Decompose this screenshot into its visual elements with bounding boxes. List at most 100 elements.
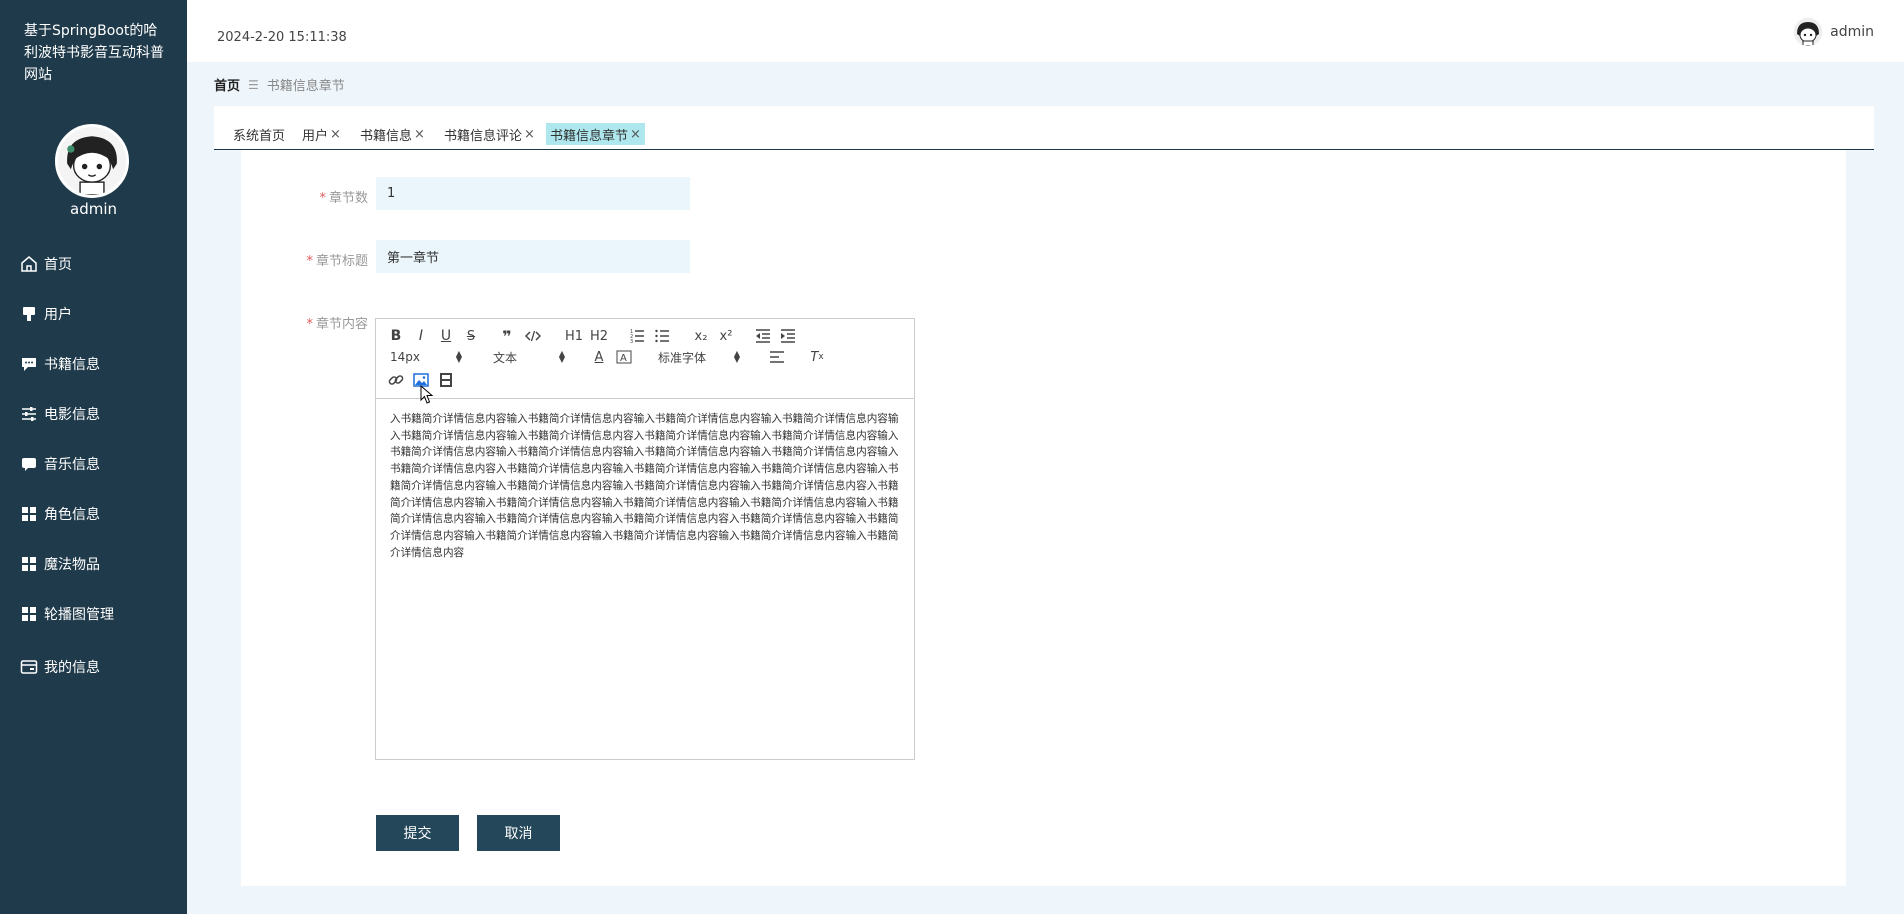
- font-size-select[interactable]: 14px ▲ ▼: [390, 349, 462, 365]
- input-value: 第一章节: [387, 251, 440, 266]
- sidebar: 基于SpringBoot的哈利波特书影音互动科普网站 admin 首页 用户 书…: [0, 0, 187, 914]
- superscript-icon[interactable]: x²: [716, 327, 736, 345]
- avatar-image-icon: [58, 127, 126, 195]
- select-arrows-icon: ▲ ▼: [558, 349, 565, 364]
- font-color-icon[interactable]: A: [591, 349, 607, 365]
- tab-system-home[interactable]: 系统首页: [229, 123, 289, 145]
- close-icon[interactable]: ×: [330, 127, 341, 142]
- site-title: 基于SpringBoot的哈利波特书影音互动科普网站: [24, 23, 164, 83]
- chapter-num-input[interactable]: 1: [376, 177, 690, 210]
- cancel-button[interactable]: 取消: [477, 815, 560, 851]
- tabs-bar: 系统首页 用户 × 书籍信息 × 书籍信息评论 × 书籍信息章节 ×: [214, 106, 1874, 150]
- italic-icon[interactable]: I: [413, 327, 429, 345]
- strikethrough-icon[interactable]: S: [463, 327, 479, 345]
- submit-button[interactable]: 提交: [376, 815, 459, 851]
- avatar-image-icon: [1794, 18, 1823, 46]
- close-icon[interactable]: ×: [524, 127, 535, 142]
- header-avatar: [1794, 18, 1823, 46]
- sidebar-item-label: 角色信息: [44, 507, 100, 523]
- home-icon: [20, 255, 38, 273]
- tab-label: 书籍信息评论: [444, 128, 523, 144]
- top-header: 2024-2-20 15:11:38 admin: [187, 0, 1904, 62]
- grid-icon: [20, 605, 38, 623]
- sidebar-avatar: [55, 124, 129, 198]
- code-block-icon[interactable]: [524, 327, 542, 345]
- blockquote-icon[interactable]: ❞: [499, 327, 515, 346]
- tab-label: 书籍信息: [360, 128, 413, 144]
- comment-icon: [20, 355, 38, 373]
- sidebar-item-book-info[interactable]: 书籍信息: [0, 346, 187, 382]
- sidebar-item-my-info[interactable]: 我的信息: [0, 649, 187, 685]
- required-mark: *: [306, 317, 313, 332]
- rich-text-editor: B I U S ❞ H1 H2 123 x₂ x² 14px ▲ ▼ 文本 ▲ ▼: [375, 318, 915, 760]
- bullet-list-icon[interactable]: [653, 327, 671, 345]
- indent-icon[interactable]: [779, 327, 797, 345]
- tab-user[interactable]: 用户 ×: [298, 123, 345, 145]
- underline-icon[interactable]: U: [438, 327, 454, 345]
- tab-book-comments[interactable]: 书籍信息评论 ×: [440, 123, 539, 145]
- font-size-value: 14px: [390, 350, 420, 364]
- editor-toolbar: B I U S ❞ H1 H2 123 x₂ x² 14px ▲ ▼ 文本 ▲ ▼: [376, 319, 914, 399]
- tab-label: 系统首页: [233, 128, 286, 144]
- required-mark: *: [319, 191, 326, 206]
- chapter-content-label: * 章节内容: [248, 313, 368, 332]
- link-icon[interactable]: [388, 372, 404, 388]
- svg-text:A: A: [620, 353, 627, 364]
- background-color-icon[interactable]: A: [616, 349, 632, 365]
- align-icon[interactable]: [768, 349, 786, 365]
- required-mark: *: [306, 254, 313, 269]
- sidebar-item-label: 电影信息: [44, 407, 100, 423]
- header-user-menu[interactable]: admin: [1794, 18, 1874, 46]
- sidebar-username: admin: [70, 200, 117, 218]
- bold-icon[interactable]: B: [388, 327, 404, 345]
- sidebar-item-label: 书籍信息: [44, 357, 100, 373]
- chapter-title-input[interactable]: 第一章节: [376, 240, 690, 273]
- svg-text:3: 3: [630, 339, 633, 344]
- header-type-select[interactable]: 文本 ▲ ▼: [493, 349, 565, 365]
- current-datetime: 2024-2-20 15:11:38: [217, 30, 347, 45]
- header1-icon[interactable]: H1: [564, 327, 584, 345]
- chapter-title-label: * 章节标题: [248, 250, 368, 269]
- sidebar-item-music-info[interactable]: 音乐信息: [0, 446, 187, 482]
- close-icon[interactable]: ×: [630, 127, 641, 142]
- sidebar-item-character-info[interactable]: 角色信息: [0, 496, 187, 532]
- sidebar-item-home[interactable]: 首页: [0, 246, 187, 282]
- sliders-icon: [20, 405, 38, 423]
- label-text: 章节数: [328, 191, 368, 206]
- sidebar-item-carousel[interactable]: 轮播图管理: [0, 596, 187, 632]
- header-type-value: 文本: [493, 350, 518, 365]
- header-username: admin: [1830, 24, 1874, 40]
- video-icon[interactable]: [438, 372, 454, 388]
- subscript-icon[interactable]: x₂: [691, 327, 711, 345]
- chat-icon: [20, 455, 38, 473]
- editor-content[interactable]: 入书籍简介详情信息内容输入书籍简介详情信息内容输入书籍简介详情信息内容输入书籍简…: [376, 399, 914, 573]
- tab-label: 用户: [302, 128, 329, 144]
- header2-icon[interactable]: H2: [589, 327, 609, 345]
- input-value: 1: [387, 186, 396, 201]
- grid-icon: [20, 555, 38, 573]
- user-icon: [20, 305, 38, 323]
- label-text: 章节内容: [315, 317, 368, 332]
- tab-book-chapters[interactable]: 书籍信息章节 ×: [546, 123, 645, 145]
- mouse-cursor-icon: [420, 385, 434, 404]
- grid-icon: [20, 505, 38, 523]
- font-family-select[interactable]: 标准字体 ▲ ▼: [658, 349, 740, 365]
- sidebar-item-label: 轮播图管理: [44, 607, 114, 623]
- sidebar-item-label: 用户: [44, 307, 72, 323]
- breadcrumb-current: 书籍信息章节: [266, 79, 345, 94]
- select-arrows-icon: ▲ ▼: [455, 349, 462, 364]
- sidebar-item-movie-info[interactable]: 电影信息: [0, 396, 187, 432]
- tab-book-info[interactable]: 书籍信息 ×: [356, 123, 429, 145]
- breadcrumb-home[interactable]: 首页: [214, 75, 240, 94]
- sidebar-item-user[interactable]: 用户: [0, 296, 187, 332]
- card-icon: [20, 658, 38, 676]
- select-arrows-icon: ▲ ▼: [733, 349, 740, 364]
- chapter-num-label: * 章节数: [248, 187, 368, 206]
- clear-format-icon[interactable]: Tx: [808, 349, 826, 365]
- close-icon[interactable]: ×: [414, 127, 425, 142]
- ordered-list-icon[interactable]: 123: [628, 327, 646, 345]
- sidebar-item-magic-items[interactable]: 魔法物品: [0, 546, 187, 582]
- outdent-icon[interactable]: [754, 327, 772, 345]
- label-text: 章节标题: [315, 254, 368, 269]
- sidebar-item-label: 我的信息: [44, 660, 100, 676]
